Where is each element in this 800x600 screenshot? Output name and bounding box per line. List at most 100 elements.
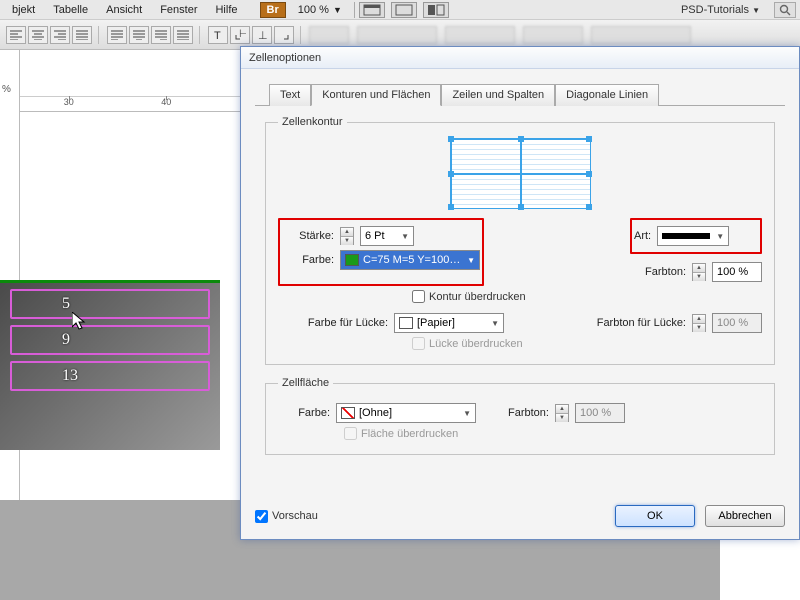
justify-all-right-button[interactable] (151, 26, 171, 44)
flaeche-farbton-stepper[interactable]: ▲▼ (555, 404, 569, 422)
label-staerke: Stärke: (282, 230, 334, 242)
tab-strip: Text Konturen und Flächen Zeilen und Spa… (269, 83, 785, 105)
ruler-unit-label: % (2, 84, 11, 95)
search-button[interactable] (774, 2, 796, 18)
flaeche-farbton-field (575, 403, 625, 423)
menu-window[interactable]: Fenster (152, 2, 205, 18)
justify-all-center-button[interactable] (129, 26, 149, 44)
view-mode-1-button[interactable] (359, 2, 385, 18)
svg-text:⊥: ⊥ (258, 30, 268, 41)
menu-view[interactable]: Ansicht (98, 2, 150, 18)
tab-strokes-fills[interactable]: Konturen und Flächen (311, 84, 441, 106)
justify-full-button[interactable] (173, 26, 193, 44)
kontur-ueberdrucken-checkbox[interactable]: Kontur überdrucken (412, 290, 526, 303)
chevron-down-icon: ▼ (491, 319, 499, 328)
align-center-button[interactable] (28, 26, 48, 44)
svg-text:⊢: ⊢ (239, 29, 246, 40)
table-row: 9 (10, 325, 210, 355)
align-right-button[interactable] (50, 26, 70, 44)
stepper-up-icon: ▲ (556, 405, 568, 414)
label-farbe: Farbe: (282, 254, 334, 266)
swatch-icon (345, 254, 359, 266)
staerke-value: 6 Pt (365, 230, 385, 242)
farbe-combo[interactable]: C=75 M=5 Y=100… ▼ (340, 250, 480, 270)
ruler-tick: 30 (20, 96, 118, 111)
document-area (0, 112, 240, 280)
vorschau-checkbox[interactable]: Vorschau (255, 510, 318, 523)
stepper-up-icon: ▲ (341, 228, 353, 237)
label-flaeche-farbe: Farbe: (278, 407, 330, 419)
luecke-farbe-value: [Papier] (417, 317, 455, 329)
staerke-combo[interactable]: 6 Pt ▼ (360, 226, 414, 246)
rotate-180-button[interactable] (274, 26, 294, 44)
bridge-badge[interactable]: Br (260, 2, 286, 18)
ok-button[interactable]: OK (615, 505, 695, 527)
chevron-down-icon: ▼ (716, 232, 724, 241)
stepper-up-icon: ▲ (693, 315, 705, 324)
farbton-stepper[interactable]: ▲▼ (692, 263, 706, 281)
farbe-value: C=75 M=5 Y=100… (363, 254, 460, 266)
text-t-button[interactable]: T (208, 26, 228, 44)
cancel-button[interactable]: Abbrechen (705, 505, 785, 527)
menu-object[interactable]: bjekt (4, 2, 43, 18)
justify-all-left-button[interactable] (107, 26, 127, 44)
tab-rows-cols[interactable]: Zeilen und Spalten (441, 84, 555, 106)
luecke-farbton-stepper[interactable]: ▲▼ (692, 314, 706, 332)
menu-table[interactable]: Tabelle (45, 2, 96, 18)
none-swatch-icon (341, 407, 355, 419)
workspace-selector[interactable]: PSD-Tutorials ▼ (675, 4, 766, 16)
view-mode-3-button[interactable] (423, 2, 449, 18)
dialog-footer: Vorschau OK Abbrechen (255, 505, 785, 527)
align-left-button[interactable] (6, 26, 26, 44)
stepper-down-icon: ▼ (693, 273, 705, 281)
luecke-ueberdrucken-checkbox[interactable]: Lücke überdrucken (412, 337, 523, 350)
flaeche-farbe-value: [Ohne] (359, 407, 392, 419)
luecke-farbe-combo[interactable]: [Papier] ▼ (394, 313, 504, 333)
swatch-icon (399, 317, 413, 329)
ruler-tick: 40 (118, 96, 216, 111)
rotate-ccw-button[interactable]: ⊥ (252, 26, 272, 44)
dialog-titlebar[interactable]: Zellenoptionen (241, 47, 799, 69)
workspace-label: PSD-Tutorials (681, 4, 749, 16)
chevron-down-icon: ▼ (463, 409, 471, 418)
group-legend: Zellfläche (278, 377, 333, 389)
label-farbton: Farbton: (630, 266, 686, 278)
tab-diagonal[interactable]: Diagonale Linien (555, 84, 659, 106)
label-art: Art: (634, 230, 651, 242)
art-combo[interactable]: ▼ (657, 226, 729, 246)
chevron-down-icon: ▼ (333, 5, 342, 15)
farbton-field[interactable] (712, 262, 762, 282)
group-legend: Zellenkontur (278, 116, 347, 128)
checkbox-label: Fläche überdrucken (361, 428, 458, 440)
highlight-staerke-farbe: Stärke: ▲▼ 6 Pt▼ Farbe: C=75 M=5 Y=100… … (278, 218, 484, 286)
cell-stroke-group: Zellenkontur Stärke: ▲▼ 6 Pt▼ (265, 116, 775, 365)
table-row: 13 (10, 361, 210, 391)
checkbox-label: Vorschau (272, 510, 318, 522)
menu-bar: bjekt Tabelle Ansicht Fenster Hilfe Br 1… (0, 0, 800, 20)
view-mode-2-button[interactable] (391, 2, 417, 18)
label-flaeche-farbton: Farbton: (508, 407, 549, 419)
stepper-down-icon: ▼ (341, 237, 353, 245)
stroke-proxy-preview[interactable] (450, 138, 590, 208)
stepper-down-icon: ▼ (556, 414, 568, 422)
cell-fill-group: Zellfläche Farbe: [Ohne] ▼ Farbton: ▲▼ F… (265, 377, 775, 455)
align-justify-button[interactable] (72, 26, 92, 44)
menu-help[interactable]: Hilfe (207, 2, 245, 18)
tab-text[interactable]: Text (269, 84, 311, 106)
document-preview: 5 9 13 (0, 280, 220, 450)
flaeche-ueberdrucken-checkbox[interactable]: Fläche überdrucken (344, 427, 458, 440)
rotate-cw-button[interactable]: ⊢ (230, 26, 250, 44)
stepper-up-icon: ▲ (693, 264, 705, 273)
zoom-value: 100 % (298, 4, 329, 16)
checkbox-label: Kontur überdrucken (429, 291, 526, 303)
label-farbton-luecke: Farbton für Lücke: (597, 317, 686, 329)
chevron-down-icon: ▼ (401, 232, 409, 241)
zoom-selector[interactable]: 100 % ▼ (298, 4, 342, 16)
cell-options-dialog: Zellenoptionen Text Konturen und Flächen… (240, 46, 800, 540)
stepper-down-icon: ▼ (693, 324, 705, 332)
staerke-stepper[interactable]: ▲▼ (340, 227, 354, 245)
checkbox-label: Lücke überdrucken (429, 338, 523, 350)
flaeche-farbe-combo[interactable]: [Ohne] ▼ (336, 403, 476, 423)
svg-text:T: T (214, 30, 221, 41)
table-row: 5 (10, 289, 210, 319)
